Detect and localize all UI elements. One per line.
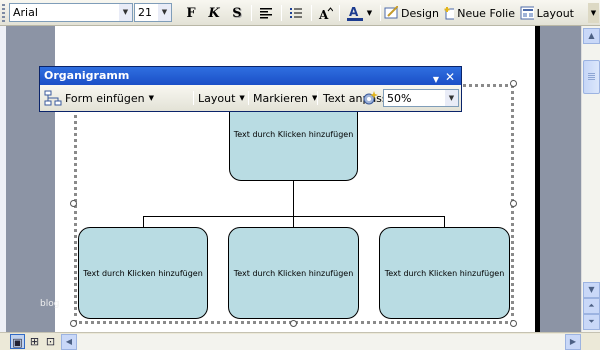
previous-slide-icon[interactable]: ⏶ <box>583 298 600 314</box>
toolbar-separator <box>339 5 340 21</box>
zoom-dropdown-icon[interactable]: ▼ <box>445 90 458 106</box>
formatting-toolbar: Arial ▼ 21 ▼ F K S A A ▼ Design Neue Fol… <box>0 0 600 26</box>
resize-handle[interactable] <box>510 320 517 327</box>
normal-view-icon[interactable]: ▣ <box>10 334 25 349</box>
resize-handle[interactable] <box>510 80 517 87</box>
toolbar-separator <box>281 5 282 21</box>
bold-icon: F <box>186 5 196 21</box>
insert-shape-button[interactable]: Form einfügen ▼ <box>44 89 154 107</box>
insert-shape-icon <box>44 90 62 106</box>
slide-layout-icon <box>520 6 534 20</box>
toolbar-grip[interactable] <box>2 4 5 22</box>
font-name-value: Arial <box>13 6 38 19</box>
new-slide-button[interactable]: Neue Folie <box>443 3 515 23</box>
org-box-child[interactable]: Text durch Klicken hinzufügen <box>228 227 359 319</box>
toolbar-separator <box>193 91 194 105</box>
bullet-list-icon <box>290 8 302 18</box>
layout-button[interactable]: Layout <box>520 3 574 23</box>
vertical-scrollbar[interactable]: ▲ ▼ ⏶ ⏷ <box>581 26 600 332</box>
svg-text:A: A <box>318 8 329 20</box>
organigram-toolbar-buttons: Form einfügen ▼ Layout ▼ Markieren ▼ Tex… <box>40 85 461 111</box>
increase-font-size-icon: A <box>318 7 333 20</box>
toolbar-separator <box>251 5 252 21</box>
autoformat-icon <box>363 91 378 105</box>
autoformat-button[interactable] <box>360 89 380 107</box>
italic-icon: K <box>208 5 220 21</box>
select-button[interactable]: Markieren ▼ <box>253 89 317 107</box>
organigram-toolbar: Organigramm ▼ ✕ Form einfügen ▼ Layout ▼… <box>39 66 462 112</box>
bold-button[interactable]: F <box>181 3 201 23</box>
organigram-toolbar-titlebar[interactable]: Organigramm ▼ ✕ <box>40 67 461 85</box>
font-size-combobox[interactable]: 21 ▼ <box>134 3 172 22</box>
resize-handle[interactable] <box>510 200 517 207</box>
watermark-text: blog <box>40 299 60 309</box>
org-box-text: Text durch Klicken hinzufügen <box>233 130 354 139</box>
design-label: Design <box>401 6 439 20</box>
org-box-text: Text durch Klicken hinzufügen <box>233 268 354 278</box>
toolbar-separator <box>248 91 249 105</box>
insert-shape-dropdown-icon[interactable]: ▼ <box>149 94 154 102</box>
font-color-icon: A <box>346 5 363 21</box>
org-box-child[interactable]: Text durch Klicken hinzufügen <box>78 227 208 319</box>
org-layout-label: Layout <box>198 91 236 105</box>
design-button[interactable]: Design <box>384 3 439 23</box>
new-slide-icon <box>444 7 455 20</box>
slide-shadow <box>535 26 540 332</box>
toolbar-separator <box>311 5 312 21</box>
resize-handle[interactable] <box>70 200 77 207</box>
font-size-value: 21 <box>138 6 152 19</box>
shadow-icon: S <box>232 5 242 21</box>
slideshow-view-icon[interactable]: ⊡ <box>43 334 58 349</box>
font-size-dropdown-icon[interactable]: ▼ <box>158 4 171 21</box>
shadow-button[interactable]: S <box>227 3 247 23</box>
bullet-list-button[interactable] <box>285 3 307 23</box>
insert-shape-label: Form einfügen <box>65 91 145 105</box>
org-box-text: Text durch Klicken hinzufügen <box>384 268 505 278</box>
svg-text:A: A <box>349 5 359 19</box>
align-left-button[interactable] <box>255 3 277 23</box>
layout-label: Layout <box>536 6 574 20</box>
resize-handle[interactable] <box>70 320 77 327</box>
next-slide-icon[interactable]: ⏷ <box>583 314 600 330</box>
select-label: Markieren <box>253 91 308 105</box>
new-slide-label: Neue Folie <box>457 6 515 20</box>
close-icon[interactable]: ✕ <box>445 68 455 86</box>
organigram-toolbar-title: Organigramm <box>44 69 130 82</box>
font-name-dropdown-icon[interactable]: ▼ <box>119 4 132 21</box>
toolbar-options-icon[interactable]: ▼ <box>588 3 599 23</box>
connector-line <box>143 216 445 217</box>
toolbar-separator <box>317 91 318 105</box>
increase-font-size-button[interactable]: A <box>314 3 336 23</box>
zoom-value: 50% <box>387 92 412 105</box>
font-color-button[interactable]: A ▼ <box>342 3 376 23</box>
italic-button[interactable]: K <box>204 3 224 23</box>
scroll-thumb[interactable] <box>583 60 600 94</box>
horizontal-scrollbar[interactable]: ◀ ▶ <box>61 334 581 350</box>
zoom-combobox[interactable]: 50% ▼ <box>383 89 459 107</box>
toolbar-separator <box>380 5 381 21</box>
font-color-dropdown-icon[interactable]: ▼ <box>367 9 372 17</box>
scroll-up-icon[interactable]: ▲ <box>583 28 600 44</box>
workspace-left-edge <box>0 26 6 332</box>
scroll-down-icon[interactable]: ▼ <box>583 282 600 298</box>
org-box-text: Text durch Klicken hinzufügen <box>83 268 203 278</box>
scroll-right-icon[interactable]: ▶ <box>565 334 581 350</box>
connector-line <box>293 180 294 216</box>
align-left-icon <box>260 8 272 19</box>
font-name-combobox[interactable]: Arial ▼ <box>9 3 133 22</box>
scroll-left-icon[interactable]: ◀ <box>61 334 77 350</box>
bottom-bar: ▣ ⊞ ⊡ ◀ ▶ <box>0 332 600 350</box>
org-box-child[interactable]: Text durch Klicken hinzufügen <box>379 227 510 319</box>
design-icon <box>384 6 399 19</box>
resize-handle[interactable] <box>290 320 297 327</box>
org-layout-button[interactable]: Layout ▼ <box>198 89 245 107</box>
org-layout-dropdown-icon[interactable]: ▼ <box>239 94 244 102</box>
slide-sorter-view-icon[interactable]: ⊞ <box>27 334 42 349</box>
